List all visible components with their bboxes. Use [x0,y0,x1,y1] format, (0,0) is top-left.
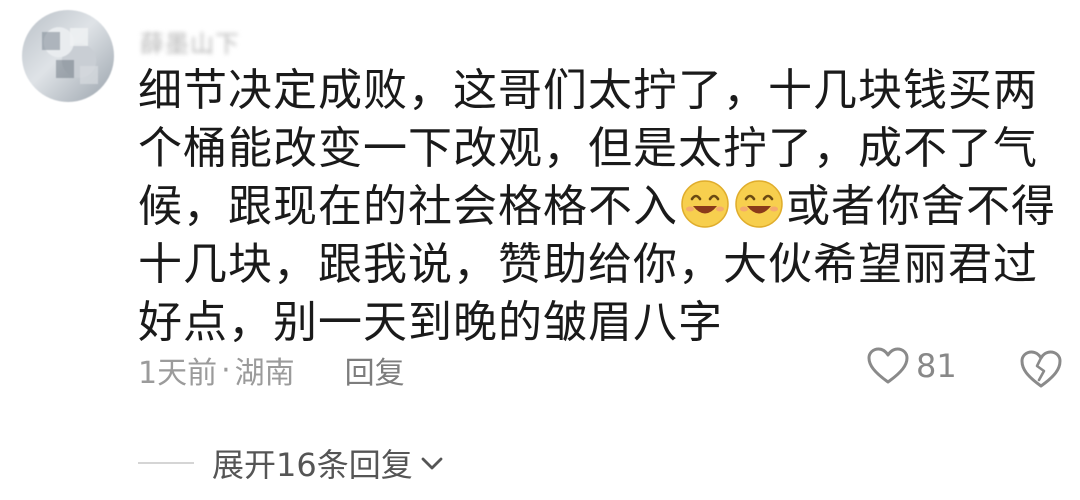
comment-text: 细节决定成败，这哥们太拧了，十几块钱买两个桶能改变一下改观，但是太拧了，成不了气… [138,62,1068,352]
expand-replies-row: 展开16条回复 [138,440,445,486]
expand-replies-label: 展开16条回复 [212,446,413,484]
username[interactable]: 薛墨山下 [140,24,240,59]
like-button[interactable]: 81 [866,346,957,386]
comment-meta: 1天前 · 湖南 回复 [138,348,405,392]
dislike-button[interactable] [1018,348,1064,394]
avatar[interactable] [22,10,114,102]
broken-heart-icon [1020,350,1062,388]
meta-separator: · [221,352,231,388]
comment-card: 薛墨山下 细节决定成败，这哥们太拧了，十几块钱买两个桶能改变一下改观，但是太拧了… [0,0,1080,500]
chevron-down-icon [421,457,443,470]
divider-line [138,462,194,464]
like-count: 81 [916,347,957,385]
laughing-emoji [681,180,729,228]
heart-icon [867,347,909,384]
reply-button[interactable]: 回复 [345,348,405,392]
comment-location: 湖南 [234,356,295,391]
laughing-emoji [735,180,783,228]
comment-time: 1天前 [138,356,218,391]
expand-replies-button[interactable]: 展开16条回复 [212,440,445,486]
